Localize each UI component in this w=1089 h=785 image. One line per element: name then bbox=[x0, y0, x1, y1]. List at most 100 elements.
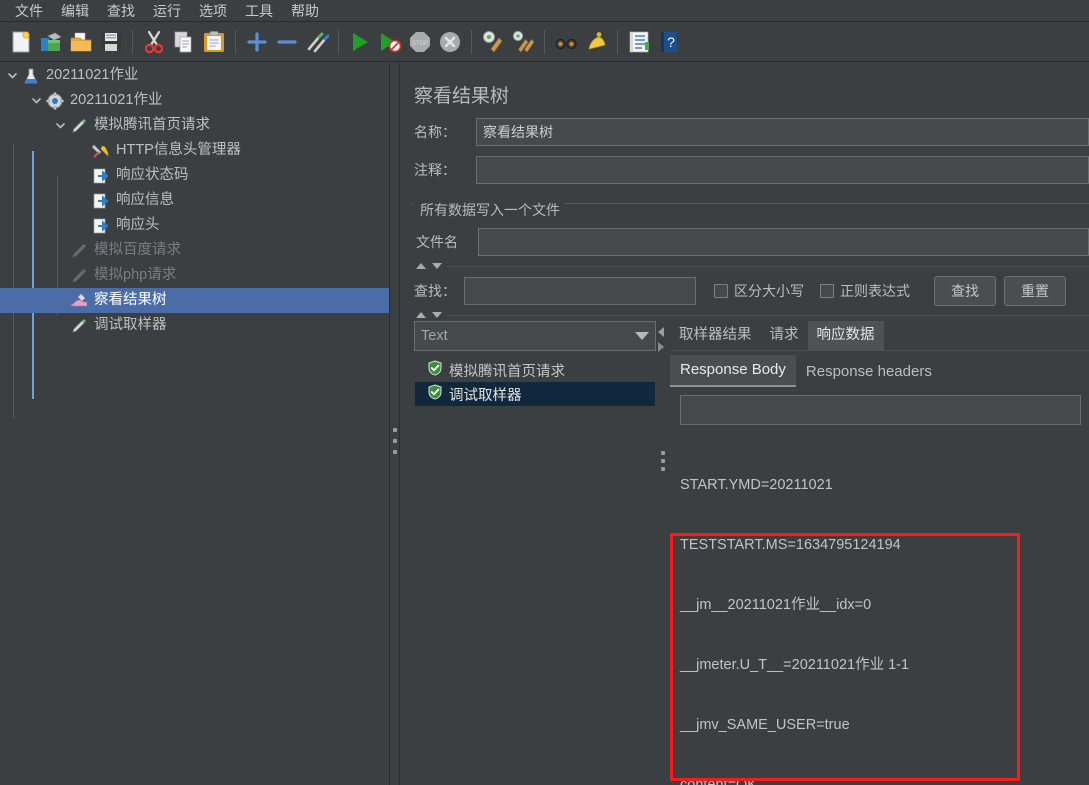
comment-input[interactable] bbox=[476, 156, 1089, 184]
tree-node-label: 20211021作业 bbox=[70, 92, 163, 108]
tree-node-extractor-header[interactable]: 响应头 bbox=[0, 213, 389, 238]
filename-input[interactable] bbox=[478, 228, 1089, 256]
sampler-result-list[interactable]: 模拟腾讯首页请求 调试取样器 bbox=[414, 357, 656, 777]
new-icon[interactable] bbox=[6, 27, 36, 57]
collapse-down-icon[interactable] bbox=[432, 312, 442, 318]
comment-field-row: 注释： bbox=[400, 156, 1089, 184]
tree-node-sampler-baidu[interactable]: 模拟百度请求 bbox=[0, 238, 389, 263]
debug-sampler-icon bbox=[68, 315, 90, 337]
tab-sampler-result[interactable]: 取样器结果 bbox=[670, 321, 761, 350]
help-icon[interactable]: ? bbox=[654, 27, 684, 57]
response-line: START.YMD=20211021 bbox=[680, 477, 833, 493]
menu-help[interactable]: 帮助 bbox=[282, 1, 328, 21]
tree-node-label: 响应状态码 bbox=[116, 167, 189, 183]
splitter-grip[interactable] bbox=[393, 428, 397, 454]
remove-icon[interactable] bbox=[272, 27, 302, 57]
clear-icon[interactable] bbox=[478, 27, 508, 57]
menu-options[interactable]: 选项 bbox=[190, 1, 236, 21]
comment-label: 注释： bbox=[414, 162, 456, 178]
open-icon[interactable] bbox=[66, 27, 96, 57]
toolbar-separator bbox=[338, 29, 339, 54]
chevron-down-icon[interactable] bbox=[52, 113, 68, 138]
scroll-right-icon[interactable] bbox=[658, 342, 664, 352]
http-sampler-icon bbox=[68, 115, 90, 137]
menu-tools[interactable]: 工具 bbox=[236, 1, 282, 21]
tree-node-view-results-tree[interactable]: 察看结果树 bbox=[0, 288, 389, 313]
chevron-down-icon[interactable] bbox=[28, 88, 44, 113]
search-reset-icon[interactable] bbox=[581, 27, 611, 57]
find-button[interactable]: 查找 bbox=[934, 276, 996, 306]
tree-node-sampler-tencent[interactable]: 模拟腾讯首页请求 bbox=[0, 113, 389, 138]
name-field-row: 名称： 察看结果树 bbox=[400, 118, 1089, 146]
extractor-icon bbox=[90, 165, 112, 187]
splitter-grip[interactable] bbox=[661, 451, 665, 471]
checkbox-box[interactable] bbox=[820, 284, 834, 298]
tab-response-headers[interactable]: Response headers bbox=[796, 357, 942, 387]
http-sampler-icon bbox=[68, 240, 90, 262]
tree-node-extractor-status[interactable]: 响应状态码 bbox=[0, 163, 389, 188]
scroll-left-icon[interactable] bbox=[658, 327, 664, 337]
shutdown-icon[interactable] bbox=[435, 27, 465, 57]
tree-node-test-plan[interactable]: 20211021作业 bbox=[0, 63, 389, 88]
search-icon[interactable] bbox=[551, 27, 581, 57]
reset-button[interactable]: 重置 bbox=[1004, 276, 1066, 306]
tab-response-body[interactable]: Response Body bbox=[670, 355, 796, 387]
case-sensitive-checkbox[interactable]: 区分大小写 bbox=[714, 281, 804, 301]
test-plan-tree[interactable]: 20211021作业 20211021作业 模拟腾讯首页请求 HTTP信息头管理… bbox=[0, 63, 390, 785]
response-body-text[interactable]: START.YMD=20211021 TESTSTART.MS=16347951… bbox=[680, 435, 1089, 785]
success-shield-icon bbox=[427, 359, 443, 381]
toolbar-separator bbox=[617, 29, 618, 54]
cut-icon[interactable] bbox=[139, 27, 169, 57]
tree-node-thread-group[interactable]: 20211021作业 bbox=[0, 88, 389, 113]
menu-search[interactable]: 查找 bbox=[98, 1, 144, 21]
copy-icon[interactable] bbox=[169, 27, 199, 57]
paste-icon[interactable] bbox=[199, 27, 229, 57]
toolbar-separator bbox=[471, 29, 472, 54]
start-no-timers-icon[interactable] bbox=[375, 27, 405, 57]
response-body-search-input[interactable] bbox=[680, 395, 1081, 425]
tab-response-data[interactable]: 响应数据 bbox=[807, 321, 884, 350]
checkbox-box[interactable] bbox=[714, 284, 728, 298]
results-splitter[interactable] bbox=[656, 321, 670, 785]
collapse-up-icon[interactable] bbox=[416, 263, 426, 269]
response-subtabstrip: Response Body Response headers bbox=[670, 355, 1089, 387]
tab-request[interactable]: 请求 bbox=[761, 321, 808, 350]
function-helper-icon[interactable] bbox=[624, 27, 654, 57]
search-collapse-strip bbox=[400, 260, 1089, 272]
clear-all-icon[interactable] bbox=[508, 27, 538, 57]
stop-icon[interactable]: STOP bbox=[405, 27, 435, 57]
thread-group-icon bbox=[44, 90, 66, 112]
tab-scroll-arrows[interactable] bbox=[658, 327, 664, 352]
tree-node-sampler-php[interactable]: 模拟php请求 bbox=[0, 263, 389, 288]
list-item[interactable]: 模拟腾讯首页请求 bbox=[415, 358, 655, 382]
name-input[interactable]: 察看结果树 bbox=[476, 118, 1089, 146]
test-plan-icon bbox=[20, 65, 42, 87]
menu-edit[interactable]: 编辑 bbox=[52, 1, 98, 21]
list-item[interactable]: 调试取样器 bbox=[415, 382, 655, 406]
toggle-icon[interactable] bbox=[302, 27, 332, 57]
tree-node-debug-sampler[interactable]: 调试取样器 bbox=[0, 313, 389, 338]
tree-node-extractor-message[interactable]: 响应信息 bbox=[0, 188, 389, 213]
chevron-down-icon[interactable] bbox=[4, 63, 20, 88]
main-content: 20211021作业 20211021作业 模拟腾讯首页请求 HTTP信息头管理… bbox=[0, 63, 1089, 785]
renderer-select[interactable]: Text bbox=[414, 321, 656, 351]
start-icon[interactable] bbox=[345, 27, 375, 57]
menu-file[interactable]: 文件 bbox=[6, 1, 52, 21]
chevron-down-icon[interactable] bbox=[635, 332, 649, 340]
menu-run[interactable]: 运行 bbox=[144, 1, 190, 21]
main-splitter[interactable] bbox=[390, 63, 400, 785]
group-body: 文件名 bbox=[412, 220, 1089, 256]
regex-checkbox[interactable]: 正则表达式 bbox=[820, 281, 910, 301]
templates-icon[interactable] bbox=[36, 27, 66, 57]
save-icon[interactable] bbox=[96, 27, 126, 57]
filename-label: 文件名 bbox=[416, 234, 458, 250]
collapse-up-icon[interactable] bbox=[416, 312, 426, 318]
tree-node-header-manager[interactable]: HTTP信息头管理器 bbox=[0, 138, 389, 163]
response-line: content=OK bbox=[680, 777, 757, 785]
tree-node-label: HTTP信息头管理器 bbox=[116, 142, 241, 158]
add-icon[interactable] bbox=[242, 27, 272, 57]
svg-text:?: ? bbox=[667, 34, 675, 50]
results-collapse-strip bbox=[400, 310, 1089, 320]
search-input[interactable] bbox=[464, 277, 696, 305]
collapse-down-icon[interactable] bbox=[432, 263, 442, 269]
